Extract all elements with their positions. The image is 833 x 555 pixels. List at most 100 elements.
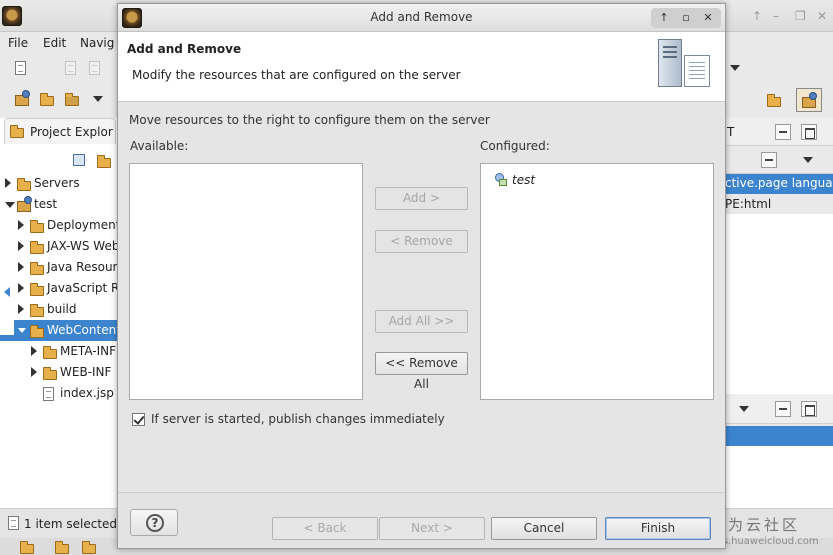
open-folder-icon[interactable]	[37, 89, 59, 109]
minimize-icon[interactable]: –	[773, 9, 779, 23]
minimize-view-icon[interactable]	[775, 124, 791, 140]
wand-icon[interactable]	[62, 89, 84, 109]
server-wizard-icon	[658, 39, 716, 95]
watermark-chinese: 华为云社区	[710, 516, 801, 534]
folder-icon	[17, 178, 31, 191]
banner-title: Add and Remove	[127, 42, 242, 56]
trim-folder-icon-3[interactable]	[82, 541, 96, 554]
chevron-right-icon[interactable]	[18, 262, 24, 272]
javascript-icon	[30, 283, 44, 296]
chevron-right-icon[interactable]	[18, 241, 24, 251]
bottom-maximize-icon[interactable]	[801, 401, 817, 417]
right-views: T ctive.page languag PE:html	[725, 54, 833, 508]
right-tab-label[interactable]: T	[727, 125, 734, 139]
bottom-minimize-icon[interactable]	[775, 401, 791, 417]
project-explorer-view: Project Explor Servers test Deployment JAX-…	[0, 118, 118, 508]
tab-project-explorer-label: Project Explor	[30, 125, 113, 139]
collapse-icon[interactable]	[761, 152, 777, 168]
bottom-view-area	[725, 446, 833, 508]
restore-icon[interactable]: ❐	[795, 9, 806, 23]
bottom-view-selected-row[interactable]	[725, 426, 833, 446]
chevron-right-icon[interactable]	[18, 283, 24, 293]
configured-list[interactable]: test	[480, 163, 714, 400]
tree-item[interactable]: META-INF	[0, 341, 118, 362]
bottom-view-chevron-icon[interactable]	[739, 406, 749, 412]
add-all-button[interactable]: Add All >>	[375, 310, 468, 333]
eclipse-app-icon	[2, 6, 22, 26]
save-all-icon[interactable]	[86, 59, 108, 79]
outline-tabbar: T	[725, 118, 833, 146]
menu-edit[interactable]: Edit	[43, 36, 66, 50]
tree-item[interactable]: WebContent	[0, 320, 118, 341]
new-file-icon[interactable]	[12, 59, 34, 79]
dialog-banner: Add and Remove Modify the resources that…	[118, 32, 725, 102]
folder-icon	[30, 325, 44, 338]
dialog-body: Move resources to the right to configure…	[118, 103, 725, 491]
watermark: 华为云社区 bbs.huaweicloud.com	[710, 514, 833, 547]
tree-item[interactable]: index.jsp	[0, 383, 118, 404]
folder-icon	[30, 304, 44, 317]
collapse-all-icon[interactable]	[70, 151, 92, 171]
remove-all-button[interactable]: << Remove All	[375, 352, 468, 391]
tree-item[interactable]: test	[0, 194, 118, 215]
publish-checkbox-label: If server is started, publish changes im…	[151, 412, 445, 426]
back-button[interactable]: < Back	[272, 517, 378, 540]
add-button[interactable]: Add >	[375, 187, 468, 210]
up-arrow-icon[interactable]: ↑	[752, 9, 762, 23]
restore-view-arrow-icon[interactable]	[4, 287, 10, 297]
link-with-editor-icon[interactable]	[94, 151, 116, 171]
menu-navigate[interactable]: Navig	[80, 36, 114, 50]
publish-checkbox[interactable]	[132, 413, 145, 426]
left-sash[interactable]	[0, 255, 14, 335]
tab-project-explorer[interactable]: Project Explor	[4, 118, 116, 144]
menu-file[interactable]: File	[8, 36, 28, 50]
tree-item[interactable]: WEB-INF	[0, 362, 118, 383]
tree-item[interactable]: Servers	[0, 173, 118, 194]
status-text: 1 item selected	[24, 517, 118, 531]
help-button[interactable]: ?	[130, 509, 178, 536]
project-icon	[17, 196, 32, 212]
add-remove-dialog: Add and Remove ↑ ▫ ✕ Add and Remove Modi…	[117, 3, 726, 549]
java-resources-icon	[30, 262, 44, 275]
finish-button[interactable]: Finish	[605, 517, 711, 540]
editor-line[interactable]: PE:html	[725, 195, 833, 215]
dialog-maximize-icon[interactable]: ▫	[677, 10, 695, 26]
chevron-right-icon[interactable]	[31, 346, 37, 356]
tree-item[interactable]: JAX-WS Web	[0, 236, 118, 257]
tree-item-label: index.jsp	[60, 386, 114, 400]
available-label: Available:	[130, 139, 189, 153]
trim-folder-icon[interactable]	[20, 541, 34, 554]
editor-selected-line[interactable]: ctive.page languag	[725, 174, 833, 194]
chevron-right-icon[interactable]	[18, 304, 24, 314]
tree-item-label: META-INF	[60, 344, 117, 358]
tree-item[interactable]: JavaScript R	[0, 278, 118, 299]
cancel-button[interactable]: Cancel	[491, 517, 597, 540]
status-file-icon	[8, 516, 19, 530]
webservice-icon	[30, 241, 44, 254]
chevron-down-icon[interactable]	[18, 328, 26, 333]
dialog-titlebar: Add and Remove ↑ ▫ ✕	[118, 4, 725, 32]
jsp-file-icon	[43, 387, 54, 401]
maximize-view-icon[interactable]	[801, 124, 817, 140]
open-project-icon[interactable]	[12, 89, 34, 109]
available-list[interactable]	[129, 163, 363, 400]
tree-item[interactable]: Deployment	[0, 215, 118, 236]
bottom-view-tabbar	[725, 394, 833, 424]
dialog-up-icon[interactable]: ↑	[655, 10, 673, 26]
chevron-right-icon[interactable]	[31, 367, 37, 377]
view-menu-icon[interactable]	[803, 157, 813, 163]
next-button[interactable]: Next >	[379, 517, 485, 540]
tree-item[interactable]: build	[0, 299, 118, 320]
chevron-right-icon[interactable]	[5, 178, 11, 188]
outline-toolbar	[725, 146, 833, 174]
dialog-close-icon[interactable]: ✕	[699, 10, 717, 26]
tree-item[interactable]: Java Resour	[0, 257, 118, 278]
wand-chevron-icon[interactable]	[93, 96, 103, 102]
chevron-right-icon[interactable]	[18, 220, 24, 230]
trim-folder-icon-2[interactable]	[55, 541, 69, 554]
close-icon[interactable]: ✕	[817, 9, 827, 23]
chevron-down-icon[interactable]	[5, 202, 15, 208]
save-icon[interactable]	[62, 59, 84, 79]
project-explorer-icon	[10, 125, 24, 138]
remove-button[interactable]: < Remove	[375, 230, 468, 253]
